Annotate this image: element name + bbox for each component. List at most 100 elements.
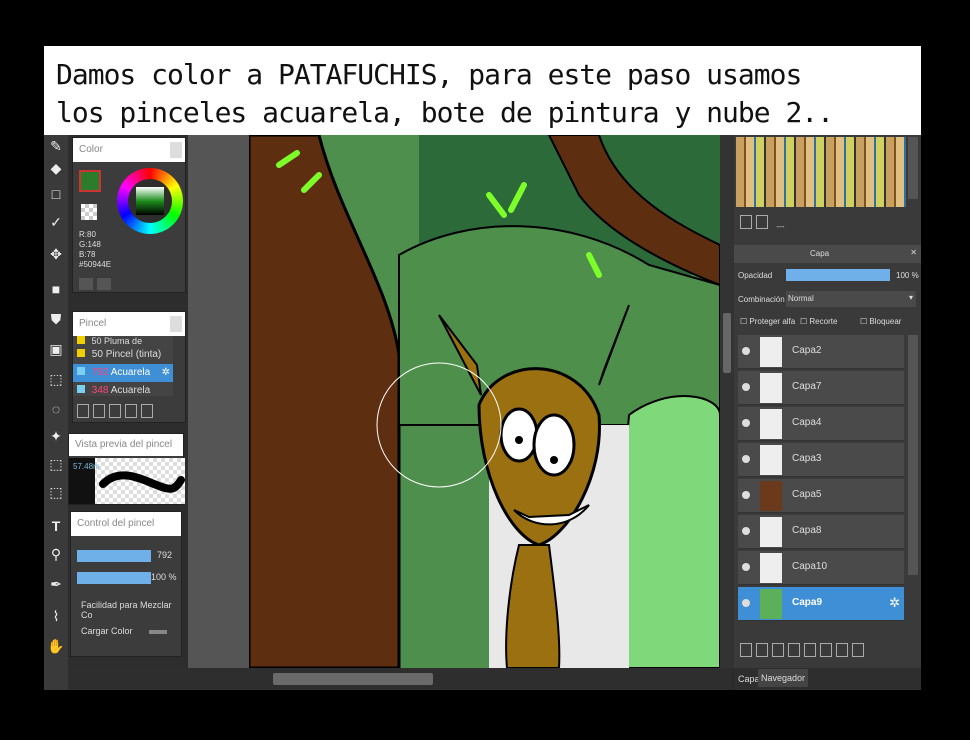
add-layer-dropdown-icon[interactable] bbox=[788, 643, 800, 657]
visibility-eye-icon[interactable] bbox=[742, 527, 750, 535]
brush-item[interactable]: 50 Pincel (tinta) bbox=[73, 346, 173, 364]
load-color-slider[interactable] bbox=[149, 630, 167, 634]
text-tool-icon[interactable]: T bbox=[47, 517, 65, 535]
swatch-scrollbar[interactable] bbox=[908, 137, 918, 199]
dropper-tool-icon[interactable]: ⌇ bbox=[47, 607, 65, 625]
brush-size-value: 792 bbox=[157, 550, 173, 560]
layer-row-capa3[interactable]: Capa3 bbox=[738, 443, 904, 477]
check-tool-icon[interactable]: ✓ bbox=[47, 213, 65, 231]
protect-alpha-checkbox[interactable]: ☐ Proteger alfa bbox=[740, 317, 795, 326]
eyedropper-small-icon[interactable] bbox=[97, 278, 111, 290]
vertical-scroll-thumb[interactable] bbox=[723, 313, 731, 373]
layer-row-capa5[interactable]: Capa5 bbox=[738, 479, 904, 513]
color-wheel[interactable] bbox=[117, 168, 183, 234]
pen-tool-icon[interactable]: ✒ bbox=[47, 575, 65, 593]
visibility-eye-icon[interactable] bbox=[742, 383, 750, 391]
brush-button-row bbox=[77, 404, 157, 423]
lock-checkbox[interactable]: ☐ Bloquear bbox=[860, 317, 901, 326]
brush-opacity-value: 100 % bbox=[151, 572, 177, 582]
layer-row-capa7[interactable]: Capa7 bbox=[738, 371, 904, 405]
color-hex-value: #50944E bbox=[79, 260, 112, 269]
brush-item[interactable]: 50 Pluma de punteado bbox=[73, 336, 173, 346]
new-swatch-icon[interactable] bbox=[740, 215, 752, 229]
brush-tool-icon[interactable]: ✎ bbox=[47, 137, 65, 155]
delete-swatch-icon[interactable] bbox=[756, 215, 768, 229]
panel-close-icon[interactable]: ✕ bbox=[910, 248, 917, 257]
import-brush-icon[interactable] bbox=[125, 404, 137, 418]
layer-row-capa8[interactable]: Capa8 bbox=[738, 515, 904, 549]
folder-icon[interactable] bbox=[141, 404, 153, 418]
hand-tool-icon[interactable]: ✋ bbox=[47, 637, 65, 655]
brush-panel-close-icon[interactable] bbox=[170, 316, 182, 332]
brush-panel-title: Pincel bbox=[79, 318, 107, 329]
layer-row-capa4[interactable]: Capa4 bbox=[738, 407, 904, 441]
layer-gear-icon[interactable]: ✲ bbox=[889, 595, 900, 611]
layer-scrollbar[interactable] bbox=[908, 335, 918, 575]
rect-select-icon[interactable]: ⬚ bbox=[47, 370, 65, 388]
new-layer-alt-icon[interactable] bbox=[756, 643, 768, 657]
layer-panel-header: Capa ✕ bbox=[734, 245, 921, 263]
foreground-color-swatch[interactable] bbox=[79, 170, 101, 192]
fill-rect-tool-icon[interactable]: ■ bbox=[47, 280, 65, 298]
horizontal-scrollbar[interactable] bbox=[68, 668, 732, 690]
visibility-eye-icon[interactable] bbox=[742, 491, 750, 499]
layer-row-capa10[interactable]: Capa10 bbox=[738, 551, 904, 585]
blend-mode-select[interactable]: Normal ▾ bbox=[786, 291, 916, 307]
color-panel: Color R:80 G:148 B:78 #50944E bbox=[72, 137, 186, 293]
eyedropper-tool-icon[interactable]: ⚲ bbox=[47, 545, 65, 563]
brush-preview-title: Vista previa del pincel bbox=[75, 439, 173, 450]
swatch-button-row: --- bbox=[740, 215, 788, 236]
vertical-scrollbar[interactable] bbox=[720, 135, 734, 668]
copy-layer-icon[interactable] bbox=[772, 643, 784, 657]
brush-preview-header: Vista previa del pincel bbox=[69, 434, 183, 456]
folder-icon[interactable] bbox=[804, 643, 816, 657]
brush-preview-area: 57.48m bbox=[69, 458, 185, 504]
brush-item[interactable]: 348 Acuarela (acuoso) bbox=[73, 382, 173, 396]
clip-checkbox[interactable]: ☐ Recorte bbox=[800, 317, 837, 326]
copy-brush-icon[interactable] bbox=[109, 404, 121, 418]
horizontal-scroll-thumb[interactable] bbox=[273, 673, 433, 685]
magic-wand-icon[interactable]: ✦ bbox=[47, 427, 65, 445]
select-pen-icon[interactable]: ⬚ bbox=[47, 455, 65, 473]
new-layer-icon[interactable] bbox=[740, 643, 752, 657]
tab-capa[interactable]: Capa bbox=[738, 674, 760, 684]
visibility-eye-icon[interactable] bbox=[742, 563, 750, 571]
paint-bucket-icon[interactable]: ⛊ bbox=[47, 310, 65, 328]
caption-box: Damos color a PATAFUCHIS, para este paso… bbox=[44, 46, 921, 135]
brush-item-selected[interactable]: 792 Acuarela ✲ bbox=[73, 364, 173, 382]
merge-layer-icon[interactable] bbox=[836, 643, 848, 657]
brush-control-title: Control del pincel bbox=[77, 518, 155, 529]
brush-preview-panel: Vista previa del pincel 57.48m bbox=[68, 433, 185, 505]
brush-settings-icon[interactable] bbox=[77, 404, 89, 418]
eraser-tool-icon[interactable]: ◆ bbox=[47, 159, 65, 177]
duplicate-layer-icon[interactable] bbox=[820, 643, 832, 657]
move-tool-icon[interactable]: ✥ bbox=[47, 245, 65, 263]
visibility-eye-icon[interactable] bbox=[742, 455, 750, 463]
brush-size-slider[interactable] bbox=[77, 550, 151, 562]
saturation-square[interactable] bbox=[136, 187, 164, 215]
caption-line-1: Damos color a PATAFUCHIS, para este paso… bbox=[56, 58, 802, 91]
visibility-eye-icon[interactable] bbox=[742, 347, 750, 355]
visibility-eye-icon[interactable] bbox=[742, 599, 750, 607]
lasso-select-icon[interactable]: ◌ bbox=[47, 400, 65, 418]
brush-list: 50 Pluma de punteado 50 Pincel (tinta) 7… bbox=[73, 336, 173, 396]
select-eraser-icon[interactable]: ⬚ bbox=[47, 483, 65, 501]
layer-row-capa2[interactable]: Capa2 bbox=[738, 335, 904, 369]
new-brush-icon[interactable] bbox=[93, 404, 105, 418]
background-color-swatch[interactable] bbox=[81, 204, 97, 220]
shape-tool-icon[interactable]: □ bbox=[47, 185, 65, 203]
layer-opacity-slider[interactable] bbox=[786, 269, 890, 281]
swatch-palette[interactable] bbox=[736, 137, 906, 207]
drawing-canvas[interactable] bbox=[249, 135, 720, 668]
gear-icon[interactable]: ✲ bbox=[162, 364, 170, 382]
visibility-eye-icon[interactable] bbox=[742, 419, 750, 427]
blend-mode-label: Combinación bbox=[738, 295, 785, 304]
tab-navegador[interactable]: Navegador bbox=[758, 669, 809, 687]
delete-layer-icon[interactable] bbox=[852, 643, 864, 657]
gradient-tool-icon[interactable]: ▣ bbox=[47, 340, 65, 358]
layer-row-capa9-selected[interactable]: Capa9 ✲ bbox=[738, 587, 904, 621]
color-panel-close-icon[interactable] bbox=[170, 142, 182, 158]
palette-icon[interactable] bbox=[79, 278, 93, 290]
layer-list: Capa2 Capa7 Capa4 Capa3 Capa5 Capa8 Capa… bbox=[736, 335, 906, 625]
brush-opacity-slider[interactable] bbox=[77, 572, 151, 584]
